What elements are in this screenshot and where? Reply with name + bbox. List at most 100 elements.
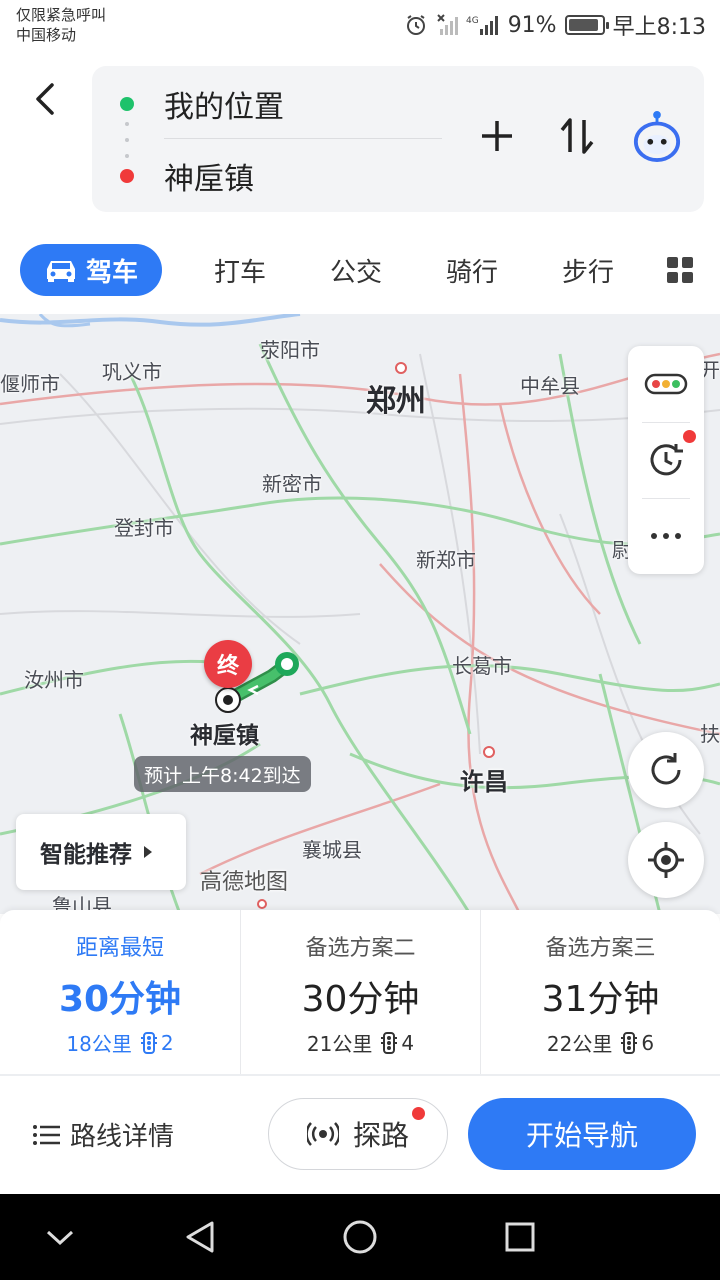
route-option-name: 备选方案三 <box>545 936 656 961</box>
route-options: 距离最短 30分钟 18公里 2 备选方案二 30分钟 21公里 4 备选方案三… <box>0 910 720 1076</box>
nav-back-button[interactable] <box>172 1212 228 1262</box>
map-label-xinmi: 新密市 <box>262 472 322 496</box>
destination-map-label: 神垕镇 <box>190 723 259 749</box>
circle-home-icon <box>343 1220 377 1254</box>
map-label-changge: 长葛市 <box>452 654 512 678</box>
route-actions <box>472 104 682 168</box>
map-label-gongyi: 巩义市 <box>102 360 162 384</box>
assistant-button[interactable] <box>632 104 682 168</box>
tab-walk[interactable]: 步行 <box>548 244 628 296</box>
map-label-yanshi: 偃师市 <box>0 372 60 396</box>
refresh-icon <box>651 753 681 785</box>
smart-recommend-label: 智能推荐 <box>40 842 132 868</box>
map-label-xingyang: 荥阳市 <box>260 338 320 362</box>
route-option-meta: 18公里 2 <box>0 1028 240 1057</box>
chevron-down-icon <box>46 1230 74 1246</box>
route-option-time: 30分钟 <box>58 979 182 1020</box>
clock-history-icon <box>650 444 683 476</box>
map-view[interactable]: 荥阳市 巩义市 偃师市 郑州 中牟县 开封 新密市 登封市 新郑市 尉 汝州市 … <box>0 314 720 914</box>
route-option-time: 31分钟 <box>541 979 660 1020</box>
map-label-xiangcheng: 襄城县 <box>302 838 362 862</box>
battery-icon <box>564 15 609 35</box>
route-option-meta: 21公里 4 <box>241 1028 480 1057</box>
route-divider <box>164 138 442 139</box>
emergency-only-text: 仅限紧急呼叫 <box>16 6 107 24</box>
add-waypoint-button[interactable] <box>472 104 522 168</box>
list-icon <box>33 1124 60 1145</box>
travel-mode-tabs: 驾车 打车 公交 骑行 步行 <box>0 234 720 314</box>
route-option-1[interactable]: 距离最短 30分钟 18公里 2 <box>0 910 240 1074</box>
status-bar: 仅限紧急呼叫 中国移动 4G 91% 早上8:13 <box>0 0 720 54</box>
more-modes-button[interactable] <box>660 244 700 296</box>
smart-recommend-button[interactable]: 智能推荐 <box>16 814 186 890</box>
assistant-avatar-icon <box>633 111 681 162</box>
route-option-time: 30分钟 <box>301 979 420 1020</box>
tab-taxi[interactable]: 打车 <box>200 244 280 296</box>
status-icons: 4G 91% 早上8:13 <box>404 10 706 40</box>
map-label-xinzheng: 新郑市 <box>416 548 476 572</box>
notification-dot <box>412 1107 425 1120</box>
traffic-signal-icon <box>140 1031 157 1054</box>
tab-drive-label: 驾车 <box>85 257 138 288</box>
route-option-3[interactable]: 备选方案三 31分钟 22公里 6 <box>480 910 720 1074</box>
traffic-light-number: 6 <box>641 1030 655 1055</box>
traffic-light-number: 4 <box>401 1030 415 1055</box>
origin-dot-icon <box>120 97 134 111</box>
map-label-fu: 扶 <box>700 722 720 746</box>
map-label-xuchang: 许昌 <box>460 768 508 796</box>
battery-percent: 91% <box>507 12 557 38</box>
signal-icon: 4G <box>466 13 500 37</box>
grid-icon <box>667 257 693 283</box>
route-details-label: 路线详情 <box>70 1122 175 1152</box>
back-button[interactable] <box>22 74 66 124</box>
map-label-zhongmou: 中牟县 <box>520 374 580 398</box>
bottom-actions: 路线详情 探路 开始导航 <box>0 1076 720 1194</box>
tab-bike[interactable]: 骑行 <box>432 244 512 296</box>
tab-drive[interactable]: 驾车 <box>20 244 162 296</box>
swap-icon <box>560 118 594 154</box>
explore-route-button[interactable]: 探路 <box>268 1098 448 1170</box>
departure-time-button[interactable] <box>628 422 704 498</box>
explore-route-label: 探路 <box>352 1119 409 1152</box>
more-dots-icon <box>651 533 681 539</box>
swap-route-button[interactable] <box>552 104 602 168</box>
route-details-button[interactable]: 路线详情 <box>32 1116 174 1153</box>
system-nav-bar <box>0 1194 720 1280</box>
origin-text: 我的位置 <box>164 90 284 125</box>
traffic-light-count: 6 <box>620 1031 654 1055</box>
nav-recents-button[interactable] <box>492 1212 548 1262</box>
route-option-2[interactable]: 备选方案二 30分钟 21公里 4 <box>240 910 480 1074</box>
eta-chip: 预计上午8:42到达 <box>134 756 311 792</box>
carrier-name: 中国移动 <box>16 26 77 44</box>
sim-off-icon <box>436 13 458 37</box>
traffic-signal-icon <box>621 1031 638 1054</box>
nav-collapse-button[interactable] <box>32 1212 88 1262</box>
nav-home-button[interactable] <box>332 1212 388 1262</box>
traffic-signal-icon <box>381 1031 398 1054</box>
alarm-icon <box>404 13 428 37</box>
map-watermark: 高德地图 <box>200 870 289 895</box>
traffic-toggle-button[interactable] <box>628 346 704 422</box>
route-option-name: 备选方案二 <box>305 936 416 961</box>
square-recents-icon <box>505 1222 535 1252</box>
map-tools-panel <box>628 346 704 574</box>
tab-bus[interactable]: 公交 <box>316 244 396 296</box>
refresh-route-button[interactable] <box>628 732 704 808</box>
traffic-light-count: 4 <box>380 1031 414 1055</box>
start-navigation-button[interactable]: 开始导航 <box>468 1098 696 1170</box>
route-header: 我的位置 神垕镇 <box>0 54 720 234</box>
map-label-ruzhou: 汝州市 <box>24 668 84 692</box>
triangle-back-icon <box>186 1221 214 1253</box>
svg-text:4G: 4G <box>466 16 479 26</box>
destination-pin[interactable]: 终 <box>204 640 252 688</box>
broadcast-icon <box>306 1122 339 1146</box>
map-label-zhengzhou: 郑州 <box>366 384 426 419</box>
map-label-dengfeng: 登封市 <box>114 516 174 540</box>
clock: 早上8:13 <box>612 15 706 40</box>
more-options-button[interactable] <box>628 498 704 574</box>
locate-me-button[interactable] <box>628 822 704 898</box>
destination-text: 神垕镇 <box>164 162 254 197</box>
carrier-info: 仅限紧急呼叫 中国移动 <box>16 5 106 45</box>
route-option-distance: 18公里 <box>66 1032 132 1056</box>
destination-dot-icon <box>120 169 134 183</box>
